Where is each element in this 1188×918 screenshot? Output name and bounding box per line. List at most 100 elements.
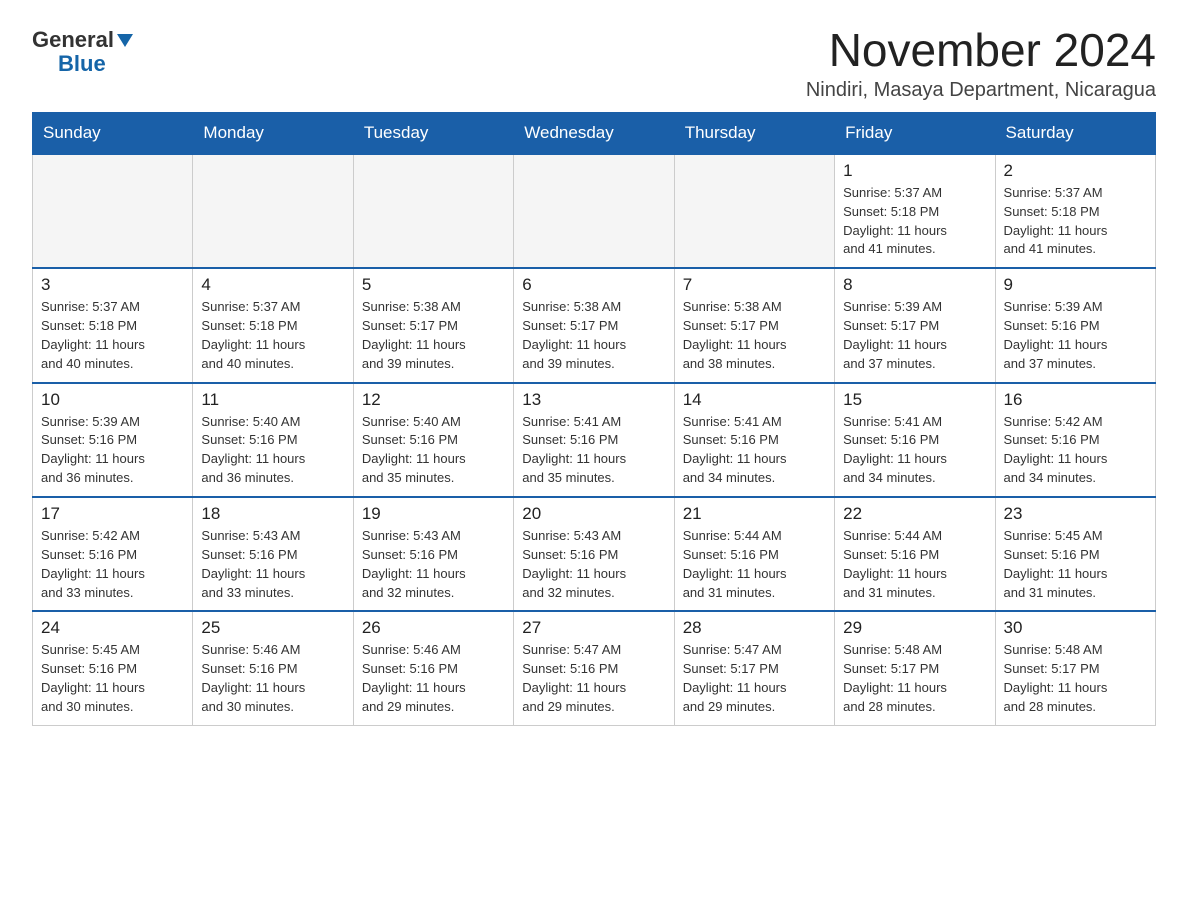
- calendar-body: 1 Sunrise: 5:37 AM Sunset: 5:18 PM Daylig…: [33, 154, 1156, 725]
- day-number: 26: [362, 618, 505, 638]
- location-subtitle: Nindiri, Masaya Department, Nicaragua: [806, 79, 1156, 102]
- table-cell: 13 Sunrise: 5:41 AM Sunset: 5:16 PM Dayli…: [514, 383, 674, 497]
- table-cell: 25Sunrise: 5:46 AM Sunset: 5:16 PM Dayli…: [193, 611, 353, 725]
- day-number: 14: [683, 390, 826, 410]
- day-info: Sunrise: 5:39 AM Sunset: 5:16 PM Dayligh…: [41, 413, 184, 488]
- day-info: Sunrise: 5:41 AM Sunset: 5:16 PM Dayligh…: [522, 413, 665, 488]
- table-cell: 2 Sunrise: 5:37 AM Sunset: 5:18 PM Daylig…: [995, 154, 1155, 268]
- calendar-header: Sunday Monday Tuesday Wednesday Thursday…: [33, 112, 1156, 154]
- table-cell: 20 Sunrise: 5:43 AM Sunset: 5:16 PM Dayli…: [514, 497, 674, 611]
- table-cell: 17 Sunrise: 5:42 AM Sunset: 5:16 PM Dayli…: [33, 497, 193, 611]
- table-cell: 28Sunrise: 5:47 AM Sunset: 5:17 PM Dayli…: [674, 611, 834, 725]
- table-cell: 27Sunrise: 5:47 AM Sunset: 5:16 PM Dayli…: [514, 611, 674, 725]
- day-info: Sunrise: 5:37 AM Sunset: 5:18 PM Dayligh…: [843, 184, 986, 259]
- table-cell: [674, 154, 834, 268]
- logo-blue-text: Blue: [58, 51, 106, 76]
- day-info: Sunrise: 5:40 AM Sunset: 5:16 PM Dayligh…: [201, 413, 344, 488]
- day-number: 10: [41, 390, 184, 410]
- day-number: 15: [843, 390, 986, 410]
- table-cell: [33, 154, 193, 268]
- table-cell: 15 Sunrise: 5:41 AM Sunset: 5:16 PM Dayli…: [835, 383, 995, 497]
- day-number: 7: [683, 275, 826, 295]
- day-info: Sunrise: 5:46 AM Sunset: 5:16 PM Dayligh…: [362, 641, 505, 716]
- title-area: November 2024 Nindiri, Masaya Department…: [806, 24, 1156, 102]
- day-number: 17: [41, 504, 184, 524]
- day-number: 12: [362, 390, 505, 410]
- day-info: Sunrise: 5:39 AM Sunset: 5:16 PM Dayligh…: [1004, 298, 1147, 373]
- logo: General Blue: [32, 24, 133, 76]
- table-cell: 12 Sunrise: 5:40 AM Sunset: 5:16 PM Dayli…: [353, 383, 513, 497]
- day-number: 23: [1004, 504, 1147, 524]
- table-cell: 4Sunrise: 5:37 AM Sunset: 5:18 PM Daylig…: [193, 268, 353, 382]
- col-monday: Monday: [193, 112, 353, 154]
- day-info: Sunrise: 5:40 AM Sunset: 5:16 PM Dayligh…: [362, 413, 505, 488]
- day-number: 24: [41, 618, 184, 638]
- day-info: Sunrise: 5:48 AM Sunset: 5:17 PM Dayligh…: [1004, 641, 1147, 716]
- day-info: Sunrise: 5:43 AM Sunset: 5:16 PM Dayligh…: [201, 527, 344, 602]
- day-number: 13: [522, 390, 665, 410]
- day-info: Sunrise: 5:43 AM Sunset: 5:16 PM Dayligh…: [362, 527, 505, 602]
- table-cell: [353, 154, 513, 268]
- day-info: Sunrise: 5:42 AM Sunset: 5:16 PM Dayligh…: [41, 527, 184, 602]
- logo-blue-line: Blue: [32, 52, 106, 76]
- day-number: 30: [1004, 618, 1147, 638]
- logo-general-line: General: [32, 28, 133, 52]
- day-info: Sunrise: 5:43 AM Sunset: 5:16 PM Dayligh…: [522, 527, 665, 602]
- day-info: Sunrise: 5:38 AM Sunset: 5:17 PM Dayligh…: [683, 298, 826, 373]
- day-info: Sunrise: 5:42 AM Sunset: 5:16 PM Dayligh…: [1004, 413, 1147, 488]
- table-cell: 22Sunrise: 5:44 AM Sunset: 5:16 PM Dayli…: [835, 497, 995, 611]
- month-title: November 2024: [806, 24, 1156, 77]
- header-row: Sunday Monday Tuesday Wednesday Thursday…: [33, 112, 1156, 154]
- day-number: 28: [683, 618, 826, 638]
- day-number: 8: [843, 275, 986, 295]
- week-row: 10 Sunrise: 5:39 AM Sunset: 5:16 PM Dayli…: [33, 383, 1156, 497]
- day-info: Sunrise: 5:44 AM Sunset: 5:16 PM Dayligh…: [843, 527, 986, 602]
- day-number: 2: [1004, 161, 1147, 181]
- table-cell: 18 Sunrise: 5:43 AM Sunset: 5:16 PM Dayli…: [193, 497, 353, 611]
- page-header: General Blue November 2024 Nindiri, Masa…: [32, 24, 1156, 102]
- table-cell: 1 Sunrise: 5:37 AM Sunset: 5:18 PM Daylig…: [835, 154, 995, 268]
- week-row: 17 Sunrise: 5:42 AM Sunset: 5:16 PM Dayli…: [33, 497, 1156, 611]
- day-number: 29: [843, 618, 986, 638]
- table-cell: 21 Sunrise: 5:44 AM Sunset: 5:16 PM Dayli…: [674, 497, 834, 611]
- day-number: 21: [683, 504, 826, 524]
- day-info: Sunrise: 5:38 AM Sunset: 5:17 PM Dayligh…: [362, 298, 505, 373]
- day-number: 4: [201, 275, 344, 295]
- day-number: 16: [1004, 390, 1147, 410]
- day-info: Sunrise: 5:47 AM Sunset: 5:16 PM Dayligh…: [522, 641, 665, 716]
- day-number: 6: [522, 275, 665, 295]
- table-cell: 19 Sunrise: 5:43 AM Sunset: 5:16 PM Dayli…: [353, 497, 513, 611]
- day-number: 18: [201, 504, 344, 524]
- col-wednesday: Wednesday: [514, 112, 674, 154]
- table-cell: 3Sunrise: 5:37 AM Sunset: 5:18 PM Daylig…: [33, 268, 193, 382]
- week-row: 1 Sunrise: 5:37 AM Sunset: 5:18 PM Daylig…: [33, 154, 1156, 268]
- day-info: Sunrise: 5:48 AM Sunset: 5:17 PM Dayligh…: [843, 641, 986, 716]
- table-cell: 26 Sunrise: 5:46 AM Sunset: 5:16 PM Dayli…: [353, 611, 513, 725]
- table-cell: 16 Sunrise: 5:42 AM Sunset: 5:16 PM Dayli…: [995, 383, 1155, 497]
- day-number: 19: [362, 504, 505, 524]
- day-info: Sunrise: 5:45 AM Sunset: 5:16 PM Dayligh…: [41, 641, 184, 716]
- day-info: Sunrise: 5:39 AM Sunset: 5:17 PM Dayligh…: [843, 298, 986, 373]
- week-row: 3Sunrise: 5:37 AM Sunset: 5:18 PM Daylig…: [33, 268, 1156, 382]
- table-cell: 7 Sunrise: 5:38 AM Sunset: 5:17 PM Daylig…: [674, 268, 834, 382]
- col-sunday: Sunday: [33, 112, 193, 154]
- col-saturday: Saturday: [995, 112, 1155, 154]
- day-info: Sunrise: 5:37 AM Sunset: 5:18 PM Dayligh…: [41, 298, 184, 373]
- table-cell: 8 Sunrise: 5:39 AM Sunset: 5:17 PM Daylig…: [835, 268, 995, 382]
- table-cell: [514, 154, 674, 268]
- day-number: 5: [362, 275, 505, 295]
- day-number: 20: [522, 504, 665, 524]
- table-cell: 23Sunrise: 5:45 AM Sunset: 5:16 PM Dayli…: [995, 497, 1155, 611]
- table-cell: 11 Sunrise: 5:40 AM Sunset: 5:16 PM Dayli…: [193, 383, 353, 497]
- table-cell: 5 Sunrise: 5:38 AM Sunset: 5:17 PM Daylig…: [353, 268, 513, 382]
- day-number: 1: [843, 161, 986, 181]
- day-info: Sunrise: 5:41 AM Sunset: 5:16 PM Dayligh…: [843, 413, 986, 488]
- day-info: Sunrise: 5:44 AM Sunset: 5:16 PM Dayligh…: [683, 527, 826, 602]
- table-cell: 6Sunrise: 5:38 AM Sunset: 5:17 PM Daylig…: [514, 268, 674, 382]
- col-friday: Friday: [835, 112, 995, 154]
- day-number: 11: [201, 390, 344, 410]
- day-info: Sunrise: 5:37 AM Sunset: 5:18 PM Dayligh…: [1004, 184, 1147, 259]
- logo-general-text: General: [32, 27, 133, 52]
- table-cell: 24 Sunrise: 5:45 AM Sunset: 5:16 PM Dayli…: [33, 611, 193, 725]
- week-row: 24 Sunrise: 5:45 AM Sunset: 5:16 PM Dayli…: [33, 611, 1156, 725]
